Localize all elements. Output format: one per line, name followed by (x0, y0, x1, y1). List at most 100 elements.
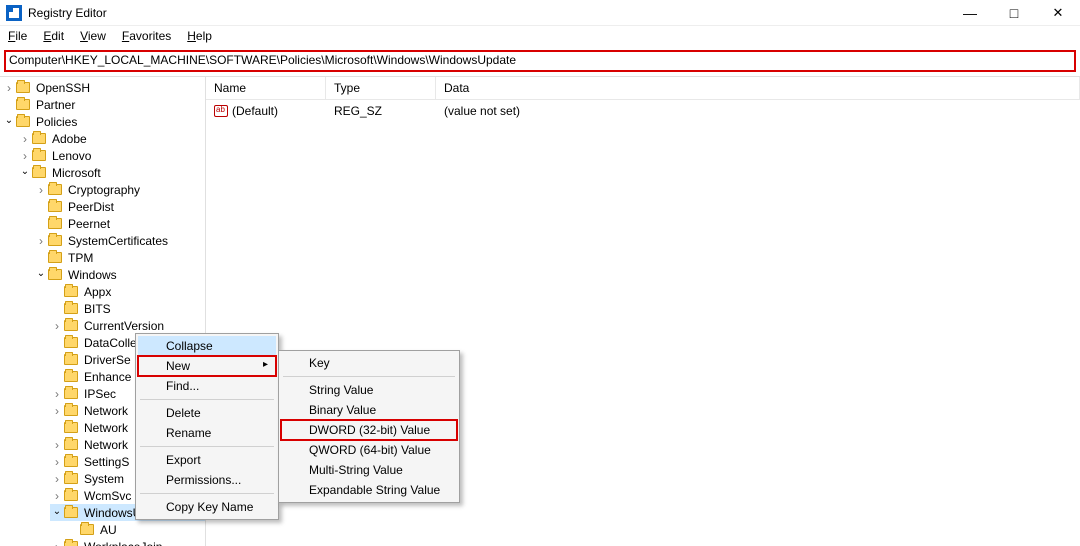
tree-item-label: CurrentVersion (82, 319, 166, 333)
tree-item-label: Cryptography (66, 183, 142, 197)
chevron-right-icon[interactable] (2, 81, 16, 95)
folder-icon (64, 405, 78, 416)
chevron-right-icon[interactable] (18, 149, 32, 163)
ctx-delete[interactable]: Delete (138, 403, 276, 423)
tree-item-bits[interactable]: BITS (50, 300, 205, 317)
chevron-right-icon[interactable] (50, 319, 64, 333)
ctx-find[interactable]: Find... (138, 376, 276, 396)
chevron-right-icon[interactable] (34, 183, 48, 197)
menu-view[interactable]: View (78, 28, 108, 44)
tree-item-label: SystemCertificates (66, 234, 170, 248)
ctx-new-string[interactable]: String Value (281, 380, 457, 400)
tree-item-label: Network (82, 438, 130, 452)
tree-item-label: Enhance (82, 370, 133, 384)
window-title: Registry Editor (28, 6, 948, 20)
folder-icon (32, 150, 46, 161)
list-header: Name Type Data (206, 77, 1080, 100)
tree-item-label: Lenovo (50, 149, 93, 163)
menu-help[interactable]: Help (185, 28, 214, 44)
address-bar[interactable]: Computer\HKEY_LOCAL_MACHINE\SOFTWARE\Pol… (4, 50, 1076, 72)
chevron-right-icon[interactable] (50, 540, 64, 546)
tree-item-openssh[interactable]: OpenSSH (2, 79, 205, 96)
chevron-right-icon[interactable] (50, 472, 64, 486)
folder-icon (16, 116, 30, 127)
tree-item-tpm[interactable]: TPM (34, 249, 205, 266)
folder-icon (16, 99, 30, 110)
tree-item-peerdist[interactable]: PeerDist (34, 198, 205, 215)
folder-icon (64, 337, 78, 348)
folder-icon (64, 303, 78, 314)
ctx-rename[interactable]: Rename (138, 423, 276, 443)
title-bar: Registry Editor — □ ✕ (0, 0, 1080, 26)
tree-item-systemcertificates[interactable]: SystemCertificates (34, 232, 205, 249)
chevron-down-icon[interactable] (50, 507, 64, 518)
chevron-right-icon[interactable] (34, 234, 48, 248)
folder-icon (64, 439, 78, 450)
col-type[interactable]: Type (326, 77, 436, 99)
ctx-new-dword32[interactable]: DWORD (32-bit) Value (281, 420, 457, 440)
ctx-permissions[interactable]: Permissions... (138, 470, 276, 490)
ctx-new[interactable]: New (138, 356, 276, 376)
ctx-new-multistring[interactable]: Multi-String Value (281, 460, 457, 480)
folder-icon (64, 490, 78, 501)
menu-edit[interactable]: Edit (41, 28, 66, 44)
tree-item-label: DriverSe (82, 353, 133, 367)
folder-icon (80, 524, 94, 535)
folder-icon (32, 133, 46, 144)
list-row[interactable]: (Default) REG_SZ (value not set) (206, 100, 1080, 122)
tree-item-policies[interactable]: Policies (2, 113, 205, 130)
ctx-new-binary[interactable]: Binary Value (281, 400, 457, 420)
chevron-right-icon[interactable] (50, 455, 64, 469)
menu-favorites[interactable]: Favorites (120, 28, 173, 44)
cell-name-label: (Default) (232, 104, 278, 118)
chevron-right-icon[interactable] (50, 489, 64, 503)
tree-item-microsoft[interactable]: Microsoft (18, 164, 205, 181)
chevron-down-icon[interactable] (2, 116, 16, 127)
maximize-button[interactable]: □ (992, 0, 1036, 26)
chevron-right-icon[interactable] (50, 438, 64, 452)
ctx-new-key[interactable]: Key (281, 353, 457, 373)
chevron-right-icon[interactable] (18, 132, 32, 146)
folder-icon (48, 218, 62, 229)
menu-file[interactable]: File (6, 28, 29, 44)
col-name[interactable]: Name (206, 77, 326, 99)
folder-icon (48, 269, 62, 280)
folder-icon (64, 456, 78, 467)
tree-item-lenovo[interactable]: Lenovo (18, 147, 205, 164)
folder-icon (16, 82, 30, 93)
tree-item-currentversion[interactable]: CurrentVersion (50, 317, 205, 334)
ctx-copy-key-name[interactable]: Copy Key Name (138, 497, 276, 517)
tree-item-label: IPSec (82, 387, 118, 401)
folder-icon (64, 507, 78, 518)
folder-icon (64, 286, 78, 297)
chevron-down-icon[interactable] (34, 269, 48, 280)
ctx-export[interactable]: Export (138, 450, 276, 470)
tree-item-appx[interactable]: Appx (50, 283, 205, 300)
tree-item-label: Windows (66, 268, 119, 282)
tree-item-cryptography[interactable]: Cryptography (34, 181, 205, 198)
cell-type: REG_SZ (326, 102, 436, 120)
minimize-button[interactable]: — (948, 0, 992, 26)
ctx-collapse[interactable]: Collapse (138, 336, 276, 356)
separator-icon (283, 376, 455, 377)
tree-item-peernet[interactable]: Peernet (34, 215, 205, 232)
ctx-new-qword64[interactable]: QWORD (64-bit) Value (281, 440, 457, 460)
tree-item-label: System (82, 472, 126, 486)
chevron-right-icon[interactable] (50, 404, 64, 418)
ctx-new-expstring[interactable]: Expandable String Value (281, 480, 457, 500)
close-button[interactable]: ✕ (1036, 0, 1080, 26)
tree-item-au[interactable]: AU (66, 521, 205, 538)
tree-item-windows[interactable]: Windows (34, 266, 205, 283)
col-data[interactable]: Data (436, 77, 1080, 99)
tree-item-workplacejoin[interactable]: WorkplaceJoin (50, 538, 205, 546)
context-submenu-new: Key String Value Binary Value DWORD (32-… (278, 350, 460, 503)
chevron-down-icon[interactable] (18, 167, 32, 178)
tree-item-label: WcmSvc (82, 489, 133, 503)
tree-item-adobe[interactable]: Adobe (18, 130, 205, 147)
folder-icon (32, 167, 46, 178)
folder-icon (64, 320, 78, 331)
reg-string-icon (214, 105, 228, 117)
tree-item-label: AU (98, 523, 119, 537)
chevron-right-icon[interactable] (50, 387, 64, 401)
tree-item-partner[interactable]: Partner (2, 96, 205, 113)
